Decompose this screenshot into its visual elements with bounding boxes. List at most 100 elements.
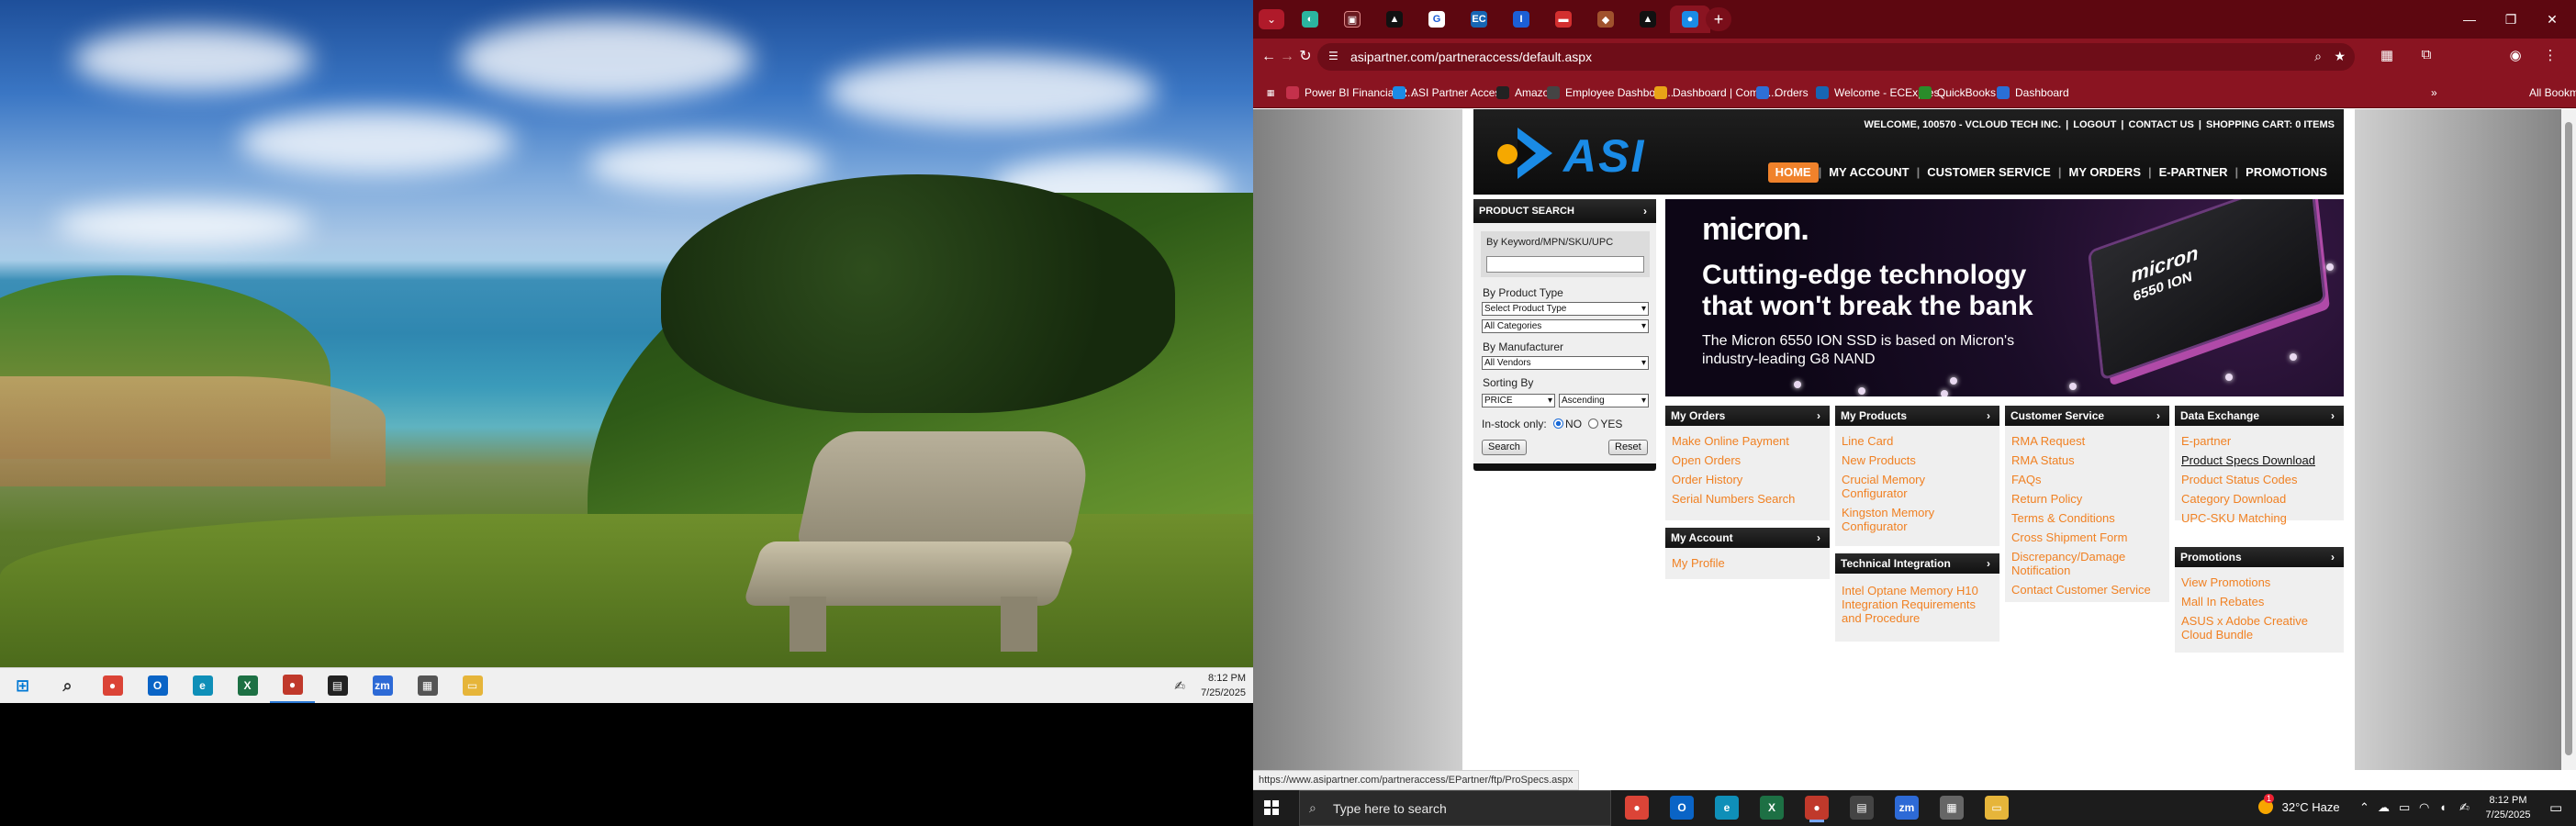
crucial-configurator-link[interactable]: Configurator (1842, 486, 1908, 500)
address-bar[interactable]: ☰ asipartner.com/partneraccess/default.a… (1317, 43, 2355, 71)
bookmark-star-icon[interactable]: ★ (2334, 49, 2346, 64)
discrepancy-damage-link[interactable]: Discrepancy/Damage (2011, 550, 2125, 564)
intel-optane-link-line-1[interactable]: Intel Optane Memory H10 (1842, 584, 1978, 597)
nav-home[interactable]: HOME (1767, 162, 1819, 183)
rma-request-link[interactable]: RMA Request (2011, 434, 2085, 448)
new-products-link[interactable]: New Products (1842, 453, 1916, 467)
edge-icon[interactable]: e (1715, 796, 1739, 820)
crucial-memory-link[interactable]: Crucial Memory (1842, 473, 1925, 486)
micron-banner[interactable]: micron. Cutting-edge technology that won… (1665, 199, 2344, 396)
network-icon[interactable]: ▭ (2399, 800, 2410, 815)
chrome-profile-icon[interactable]: ● (270, 668, 315, 703)
nav-e-partner[interactable]: E-PARTNER (2152, 162, 2235, 183)
make-online-payment-link[interactable]: Make Online Payment (1672, 434, 1789, 448)
calculator-icon[interactable]: ▦ (1940, 796, 1964, 820)
onedrive-icon[interactable]: ☁ (2378, 800, 2390, 815)
file-explorer-icon[interactable]: ▭ (1985, 796, 2009, 820)
left-clock[interactable]: 8:12 PM 7/25/2025 (1201, 671, 1246, 700)
product-type-select[interactable]: Select Product Type (1482, 302, 1649, 316)
cross-shipment-form-link[interactable]: Cross Shipment Form (2011, 530, 2127, 544)
taskbar-search-box[interactable]: ⌕ Type here to search (1299, 790, 1611, 826)
windows-start-icon[interactable] (1264, 800, 1279, 815)
browser-tab[interactable]: ▣ (1332, 6, 1372, 33)
product-status-codes-link[interactable]: Product Status Codes (2181, 473, 2297, 486)
shopping-cart-link[interactable]: SHOPPING CART: 0 ITEMS (2206, 119, 2335, 130)
browser-tab-active[interactable]: ● (1670, 6, 1710, 33)
browser-tab[interactable]: ▲ (1374, 6, 1415, 33)
new-tab-button[interactable]: + (1706, 7, 1731, 31)
excel-icon[interactable]: X (1760, 796, 1784, 820)
nav-customer-service[interactable]: CUSTOMER SERVICE (1920, 162, 2058, 183)
page-scrollbar[interactable] (2561, 109, 2576, 770)
search-button[interactable]: Search (1482, 440, 1527, 455)
browser-tab[interactable]: I (1501, 6, 1541, 33)
extensions-icon[interactable]: ⧉ (2414, 47, 2438, 62)
manufacturer-select[interactable]: All Vendors (1482, 356, 1649, 370)
profile-icon[interactable]: ◉ (2503, 47, 2527, 63)
kingston-memory-link[interactable]: Kingston Memory (1842, 506, 1934, 519)
file-explorer-icon[interactable]: ▭ (450, 668, 495, 704)
right-clock[interactable]: 8:12 PM 7/25/2025 (2481, 793, 2536, 822)
zoom-icon[interactable]: ⌕ (2314, 49, 2322, 64)
contact-us-link[interactable]: CONTACT US (2129, 119, 2194, 130)
chrome-icon[interactable]: ● (1625, 796, 1649, 820)
kingston-configurator-link[interactable]: Configurator (1842, 519, 1908, 533)
browser-tab[interactable]: ▬ (1543, 6, 1584, 33)
zoom-icon[interactable]: zm (360, 668, 405, 704)
bookmark-item[interactable]: QuickBooks (1919, 84, 1996, 101)
product-specs-download-link[interactable]: Product Specs Download (2181, 453, 2315, 467)
line-card-link[interactable]: Line Card (1842, 434, 1893, 448)
browser-tab[interactable]: ◐ (1290, 6, 1330, 33)
calculator-icon[interactable]: ▦ (405, 668, 450, 704)
volume-icon[interactable]: ◖ (2439, 800, 2447, 814)
edge-icon[interactable]: e (180, 668, 225, 704)
mall-in-rebates-link[interactable]: Mall In Rebates (2181, 595, 2264, 608)
bookmark-item[interactable]: ▦ (1264, 84, 1282, 101)
nav-my-orders[interactable]: MY ORDERS (2062, 162, 2149, 183)
keyword-input[interactable] (1486, 256, 1644, 273)
reset-button[interactable]: Reset (1608, 440, 1648, 455)
bookmark-item[interactable]: ASI Partner Access (1393, 84, 1506, 101)
scrollbar-thumb[interactable] (2565, 122, 2572, 755)
upc-sku-matching-link[interactable]: UPC-SKU Matching (2181, 511, 2287, 525)
bookmark-item[interactable]: Orders (1756, 84, 1809, 101)
contact-customer-service-link[interactable]: Contact Customer Service (2011, 583, 2151, 597)
asus-adobe-link-line-1[interactable]: ASUS x Adobe Creative (2181, 614, 2308, 628)
excel-icon[interactable]: X (225, 668, 270, 704)
nav-promotions[interactable]: PROMOTIONS (2238, 162, 2335, 183)
faqs-link[interactable]: FAQs (2011, 473, 2042, 486)
my-profile-link[interactable]: My Profile (1672, 556, 1725, 570)
order-history-link[interactable]: Order History (1672, 473, 1742, 486)
pen-menu-icon[interactable]: ✍ (2459, 800, 2470, 815)
discrepancy-notification-link[interactable]: Notification (2011, 564, 2070, 577)
browser-tab[interactable]: EC (1459, 6, 1499, 33)
tab-search-button[interactable]: ⌄ (1259, 9, 1284, 29)
windows-start-icon[interactable]: ⊞ (0, 668, 45, 704)
search-icon[interactable]: ⌕ (45, 668, 90, 704)
bookmark-item[interactable]: Dashboard (1997, 84, 2069, 101)
close-button[interactable]: ✕ (2534, 7, 2570, 31)
menu-kebab-icon[interactable]: ⋮ (2538, 47, 2562, 63)
pen-menu-icon[interactable]: ✍ (1174, 678, 1185, 694)
zoom-icon[interactable]: zm (1895, 796, 1919, 820)
sticky-notes-icon[interactable]: ▤ (1850, 796, 1874, 820)
browser-tab[interactable]: ◆ (1585, 6, 1626, 33)
more-bookmarks-icon[interactable]: » (2431, 84, 2437, 101)
sticky-notes-icon[interactable]: ▤ (315, 668, 360, 704)
intel-optane-link-line-2[interactable]: Integration Requirements (1842, 597, 1976, 611)
e-partner-link[interactable]: E-partner (2181, 434, 2231, 448)
notification-icon[interactable]: ▭ (2549, 799, 2562, 816)
rma-status-link[interactable]: RMA Status (2011, 453, 2075, 467)
weather-widget[interactable]: 1 32°C Haze (2258, 794, 2340, 814)
return-policy-link[interactable]: Return Policy (2011, 492, 2082, 506)
nav-my-account[interactable]: MY ACCOUNT (1821, 162, 1916, 183)
serial-numbers-search-link[interactable]: Serial Numbers Search (1672, 492, 1795, 506)
chevron-up-icon[interactable]: ⌃ (2359, 800, 2369, 815)
sort-field-select[interactable]: PRICE (1482, 394, 1555, 407)
instock-no-radio[interactable] (1553, 419, 1564, 429)
category-download-link[interactable]: Category Download (2181, 492, 2286, 506)
chrome-icon[interactable]: ● (90, 668, 135, 704)
terms-conditions-link[interactable]: Terms & Conditions (2011, 511, 2115, 525)
browser-tab[interactable]: ▲ (1628, 6, 1668, 33)
reload-button[interactable]: ↻ (1294, 46, 1317, 68)
